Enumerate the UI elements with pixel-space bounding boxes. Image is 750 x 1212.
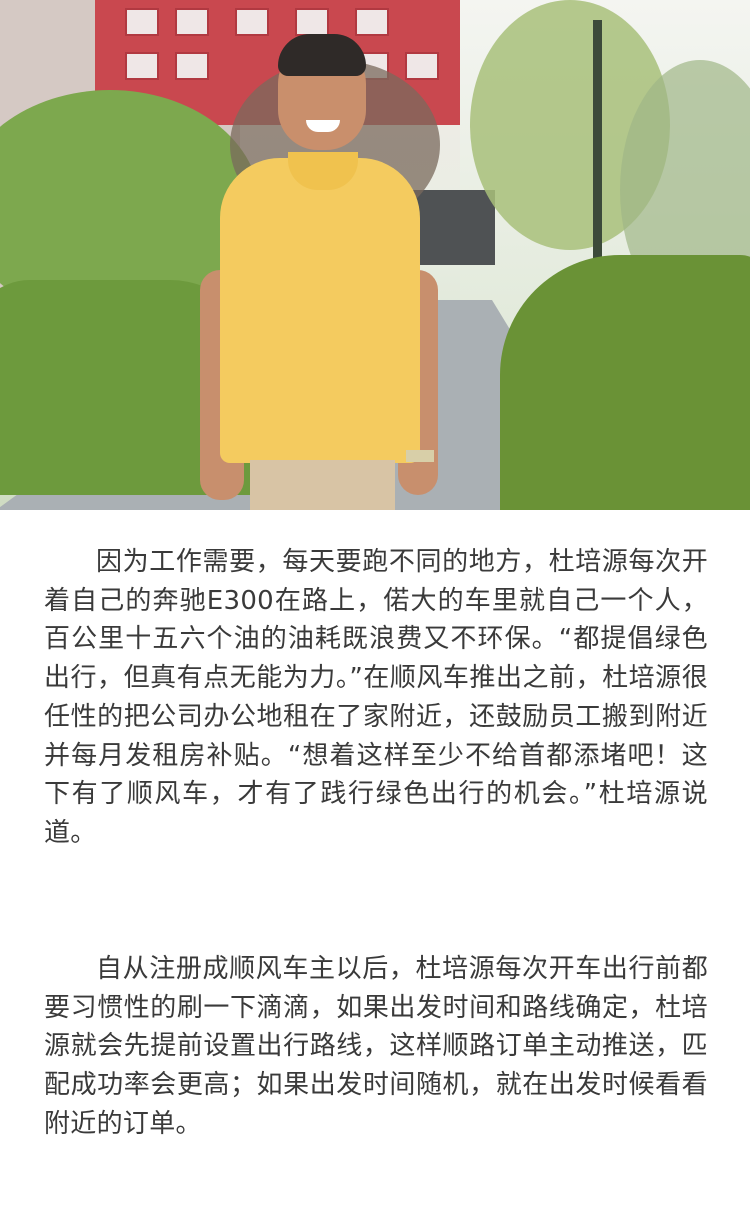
window	[125, 8, 159, 36]
hedge-right	[500, 255, 750, 510]
person-figure	[200, 30, 460, 510]
person-hair	[278, 34, 366, 76]
person-yellow-shirt	[220, 158, 420, 463]
hero-photo	[0, 0, 750, 510]
window	[125, 52, 159, 80]
article-body: 因为工作需要，每天要跑不同的地方，杜培源每次开着自己的奔驰E300在路上，偌大的…	[0, 510, 750, 1212]
person-pants	[250, 460, 395, 510]
article-paragraph: 因为工作需要，每天要跑不同的地方，杜培源每次开着自己的奔驰E300在路上，偌大的…	[44, 547, 708, 848]
person-watch	[406, 450, 434, 462]
article-paragraph: 自从注册成顺风车主以后，杜培源每次开车出行前都要习惯性的刷一下滴滴，如果出发时间…	[44, 954, 708, 1139]
